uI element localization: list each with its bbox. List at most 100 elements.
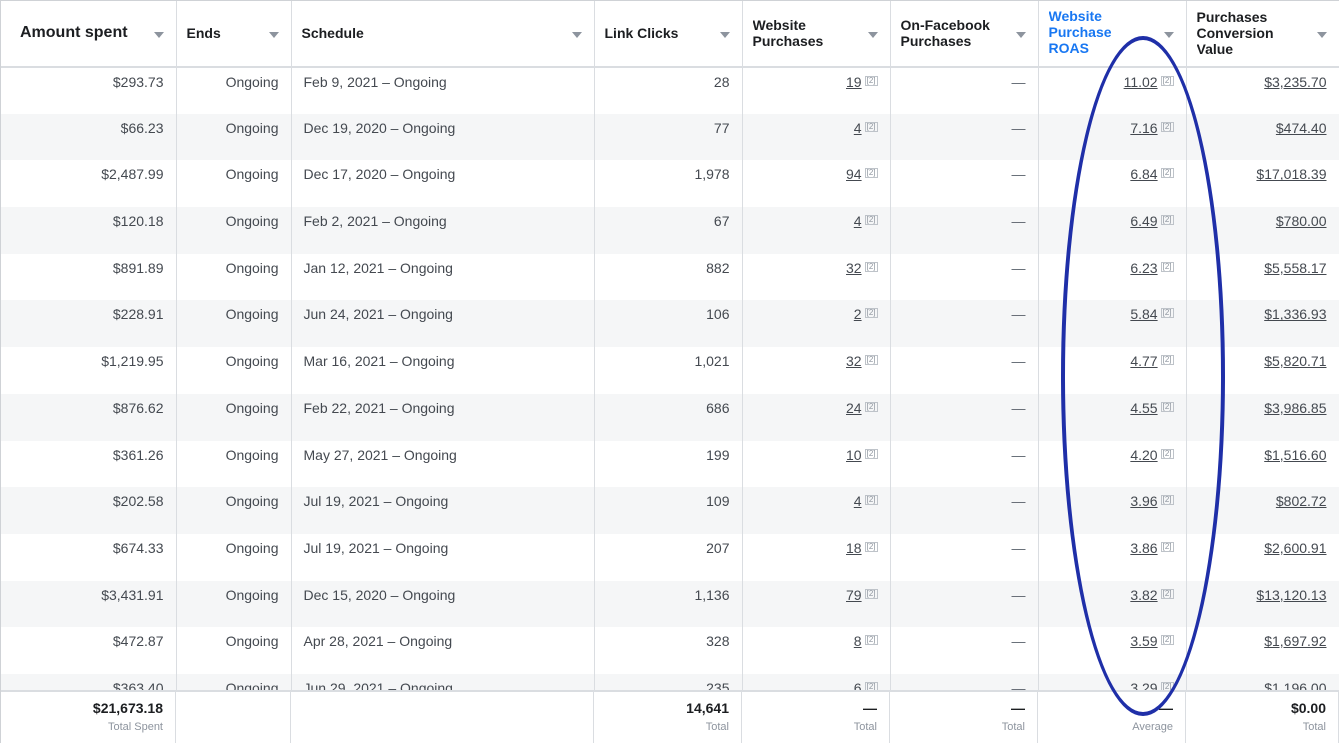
cell-schedule: Dec 15, 2020 – Ongoing: [291, 580, 595, 628]
cell-value: 67: [713, 213, 730, 230]
column-header-schedule[interactable]: Schedule: [291, 0, 595, 68]
column-header-purchases-conversion-value[interactable]: Purchases Conversion Value: [1186, 0, 1339, 68]
cell-value: —: [1011, 119, 1026, 136]
cell-link[interactable]: 4.77: [1130, 353, 1157, 369]
cell-value: Ongoing: [225, 119, 279, 136]
table-row[interactable]: $120.18 Ongoing Feb 2, 2021 – Ongoing 67 4 [2…: [0, 207, 1339, 254]
cell-link[interactable]: $1,516.60: [1264, 447, 1326, 463]
table-row[interactable]: $3,431.91 Ongoing Dec 15, 2020 – Ongoing 1,…: [0, 580, 1339, 628]
table-row[interactable]: $876.62 Ongoing Feb 22, 2021 – Ongoing 686 2…: [0, 393, 1339, 441]
cell-amount-spent: $3,431.91: [0, 580, 177, 628]
cell-link[interactable]: 3.96: [1130, 493, 1157, 509]
cell-link[interactable]: 3.59: [1130, 633, 1157, 649]
cell-value: Dec 17, 2020 – Ongoing: [303, 166, 456, 183]
cell-on-facebook-purchases: —: [890, 393, 1039, 441]
sort-caret-icon[interactable]: [1015, 32, 1026, 38]
sort-caret-icon[interactable]: [153, 32, 164, 38]
cell-link[interactable]: $1,697.92: [1264, 633, 1326, 649]
cell-link[interactable]: 4: [854, 120, 862, 136]
cell-link[interactable]: 3.82: [1130, 587, 1157, 603]
cell-link[interactable]: $474.40: [1276, 120, 1327, 136]
cell-link[interactable]: 4: [854, 213, 862, 229]
attribution-marker-icon: [2]: [1160, 355, 1174, 366]
cell-website-purchase-roas: 3.82 [2]: [1038, 580, 1187, 628]
cell-link[interactable]: $3,986.85: [1264, 400, 1326, 416]
cell-link[interactable]: $5,820.71: [1264, 353, 1326, 369]
cell-on-facebook-purchases: —: [890, 533, 1039, 581]
cell-link-clicks: 77: [594, 113, 743, 161]
cell-link[interactable]: 11.02: [1124, 74, 1158, 90]
cell-link-clicks: 106: [594, 300, 743, 348]
table-row[interactable]: $228.91 Ongoing Jun 24, 2021 – Ongoing 106 2…: [0, 300, 1339, 348]
cell-link[interactable]: 6.84: [1130, 166, 1157, 182]
sort-caret-icon[interactable]: [1163, 32, 1174, 38]
cell-link[interactable]: 32: [846, 353, 862, 369]
table-row[interactable]: $293.73 Ongoing Feb 9, 2021 – Ongoing 28 19[…: [0, 67, 1339, 114]
total-website-purchases: — Total: [742, 692, 890, 743]
cell-link[interactable]: 5.84: [1130, 306, 1157, 322]
sort-caret-icon[interactable]: [571, 32, 582, 38]
cell-purchases-conversion-value: $474.40: [1186, 113, 1339, 161]
cell-link[interactable]: 3.86: [1130, 540, 1157, 556]
column-header-ends[interactable]: Ends: [176, 0, 292, 68]
column-header-website-purchase-roas[interactable]: Website Purchase ROAS (Return…: [1038, 0, 1187, 68]
cell-purchases-conversion-value: $5,820.71: [1186, 347, 1339, 394]
cell-link[interactable]: 7.16: [1130, 120, 1157, 136]
sort-caret-icon[interactable]: [867, 32, 878, 38]
column-header-amount-spent[interactable]: Amount spent: [0, 0, 177, 68]
cell-link[interactable]: $780.00: [1276, 213, 1327, 229]
table-row[interactable]: $202.58 Ongoing Jul 19, 2021 – Ongoing 109 4…: [0, 487, 1339, 534]
column-header-link-clicks[interactable]: Link Clicks: [594, 0, 743, 68]
cell-website-purchases: 19 [2]: [742, 67, 891, 114]
cell-link[interactable]: 2: [854, 306, 862, 322]
attribution-marker-icon: [2]: [1160, 495, 1174, 506]
cell-link[interactable]: 18: [846, 540, 862, 556]
cell-link[interactable]: 6.23: [1130, 260, 1157, 276]
table-row[interactable]: $891.89 Ongoing Jan 12, 2021 – Ongoing 882 3…: [0, 253, 1339, 301]
table-row[interactable]: $66.23 Ongoing Dec 19, 2020 – Ongoing 77 4 [2…: [0, 113, 1339, 161]
cell-link[interactable]: 8: [854, 633, 862, 649]
cell-link[interactable]: 24: [846, 400, 862, 416]
cell-ends: Ongoing: [176, 533, 292, 581]
cell-link[interactable]: 4.20: [1130, 447, 1157, 463]
cell-link[interactable]: $2,600.91: [1264, 540, 1326, 556]
cell-schedule: Feb 9, 2021 – Ongoing: [291, 67, 595, 114]
column-header-on-facebook-purchases[interactable]: On-Facebook Purchases: [890, 0, 1039, 68]
table-row[interactable]: $2,487.99 Ongoing Dec 17, 2020 – Ongoing 1,…: [0, 160, 1339, 208]
cell-link[interactable]: 19: [846, 74, 862, 90]
cell-link[interactable]: $802.72: [1276, 493, 1327, 509]
cell-link[interactable]: $17,018.39: [1256, 166, 1326, 182]
attribution-marker-icon: [2]: [1160, 121, 1174, 132]
cell-value: $66.23: [120, 119, 164, 136]
cell-amount-spent: $120.18: [0, 207, 177, 254]
cell-link[interactable]: $3,235.70: [1264, 74, 1326, 90]
sort-caret-icon[interactable]: [719, 32, 730, 38]
cell-link[interactable]: 10: [846, 447, 862, 463]
cell-link[interactable]: $5,558.17: [1264, 260, 1326, 276]
cell-link[interactable]: 79: [846, 587, 862, 603]
column-header-website-purchases[interactable]: Website Purchases: [742, 0, 891, 68]
cell-link[interactable]: 4: [854, 493, 862, 509]
table-row[interactable]: $674.33 Ongoing Jul 19, 2021 – Ongoing 207 1…: [0, 533, 1339, 581]
cell-link[interactable]: $13,120.13: [1256, 587, 1326, 603]
cell-link[interactable]: 6.49: [1130, 213, 1157, 229]
table-row[interactable]: $472.87 Ongoing Apr 28, 2021 – Ongoing 328 8…: [0, 627, 1339, 674]
cell-value: Ongoing: [225, 633, 279, 650]
cell-purchases-conversion-value: $802.72: [1186, 487, 1339, 534]
cell-link[interactable]: 4.55: [1130, 400, 1157, 416]
sort-caret-icon[interactable]: [268, 32, 279, 38]
cell-link[interactable]: 94: [846, 166, 862, 182]
cell-on-facebook-purchases: —: [890, 207, 1039, 254]
cell-ends: Ongoing: [176, 300, 292, 348]
table-row[interactable]: $361.26 Ongoing May 27, 2021 – Ongoing 199 1…: [0, 440, 1339, 488]
cell-link-clicks: 686: [594, 393, 743, 441]
table-row[interactable]: $1,219.95 Ongoing Mar 16, 2021 – Ongoing 1,…: [0, 347, 1339, 394]
total-value: —: [1159, 700, 1173, 716]
cell-link[interactable]: 32: [846, 260, 862, 276]
cell-purchases-conversion-value: $1,336.93: [1186, 300, 1339, 348]
cell-value: $120.18: [112, 213, 164, 230]
cell-value: —: [1011, 306, 1026, 323]
cell-link[interactable]: $1,336.93: [1264, 306, 1326, 322]
sort-caret-icon[interactable]: [1316, 32, 1327, 38]
cell-link-clicks: 1,978: [594, 160, 743, 208]
